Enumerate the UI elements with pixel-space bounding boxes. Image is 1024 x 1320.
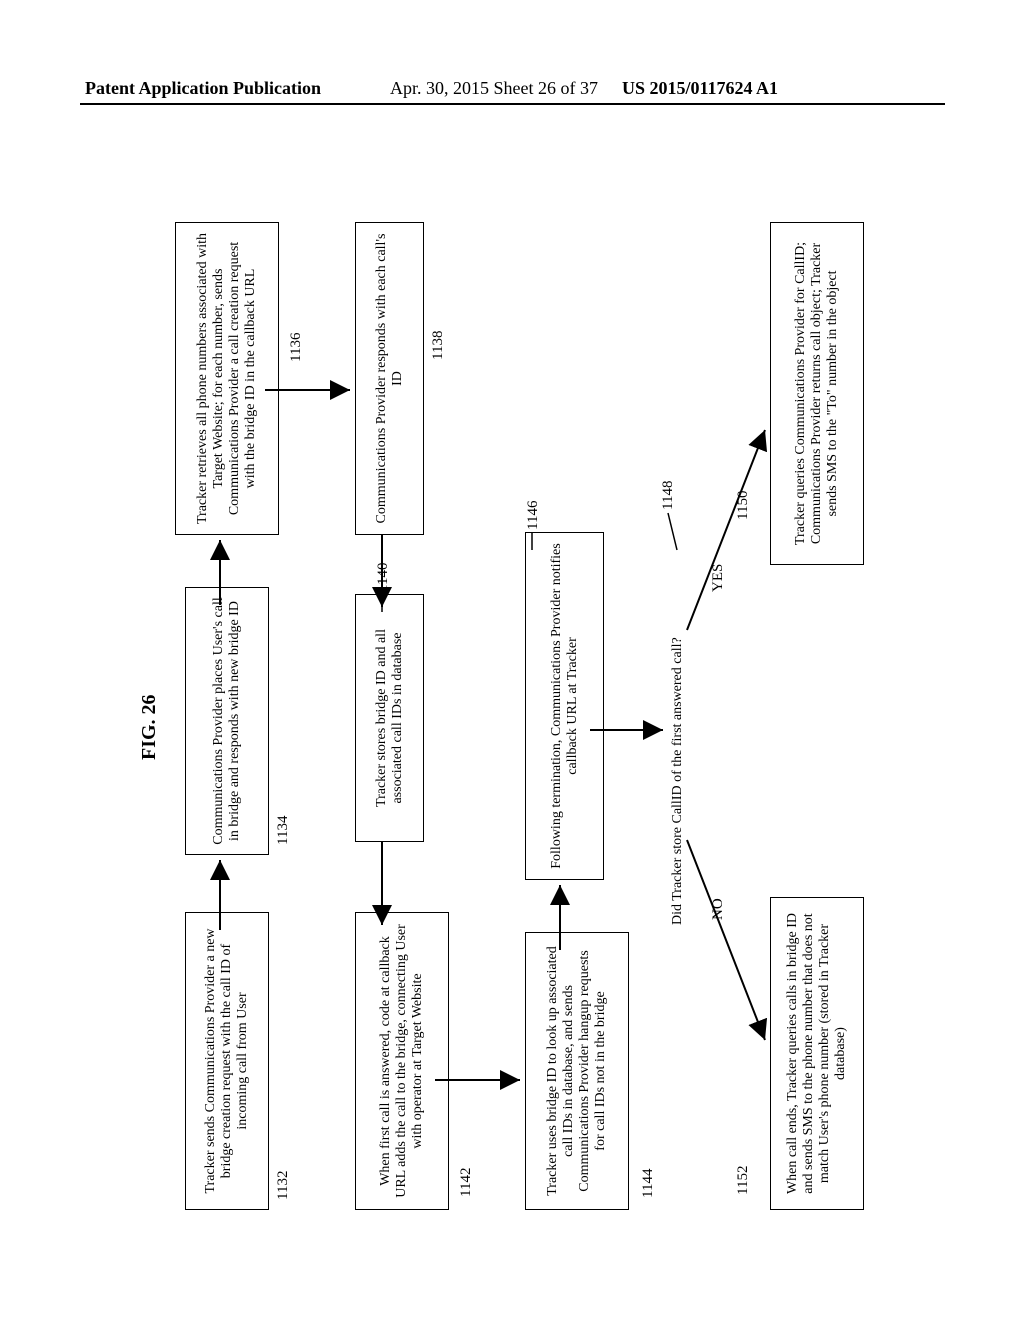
- patent-page: Patent Application Publication Apr. 30, …: [0, 0, 1024, 1320]
- flowchart-fig-26: FIG. 26 Tracker sends Communications Pro…: [130, 220, 910, 1220]
- header-mid: Apr. 30, 2015 Sheet 26 of 37: [390, 78, 598, 99]
- header-right: US 2015/0117624 A1: [622, 78, 778, 99]
- header-rule: [80, 103, 945, 105]
- flow-arrows: [130, 220, 910, 1220]
- header-left: Patent Application Publication: [85, 78, 321, 99]
